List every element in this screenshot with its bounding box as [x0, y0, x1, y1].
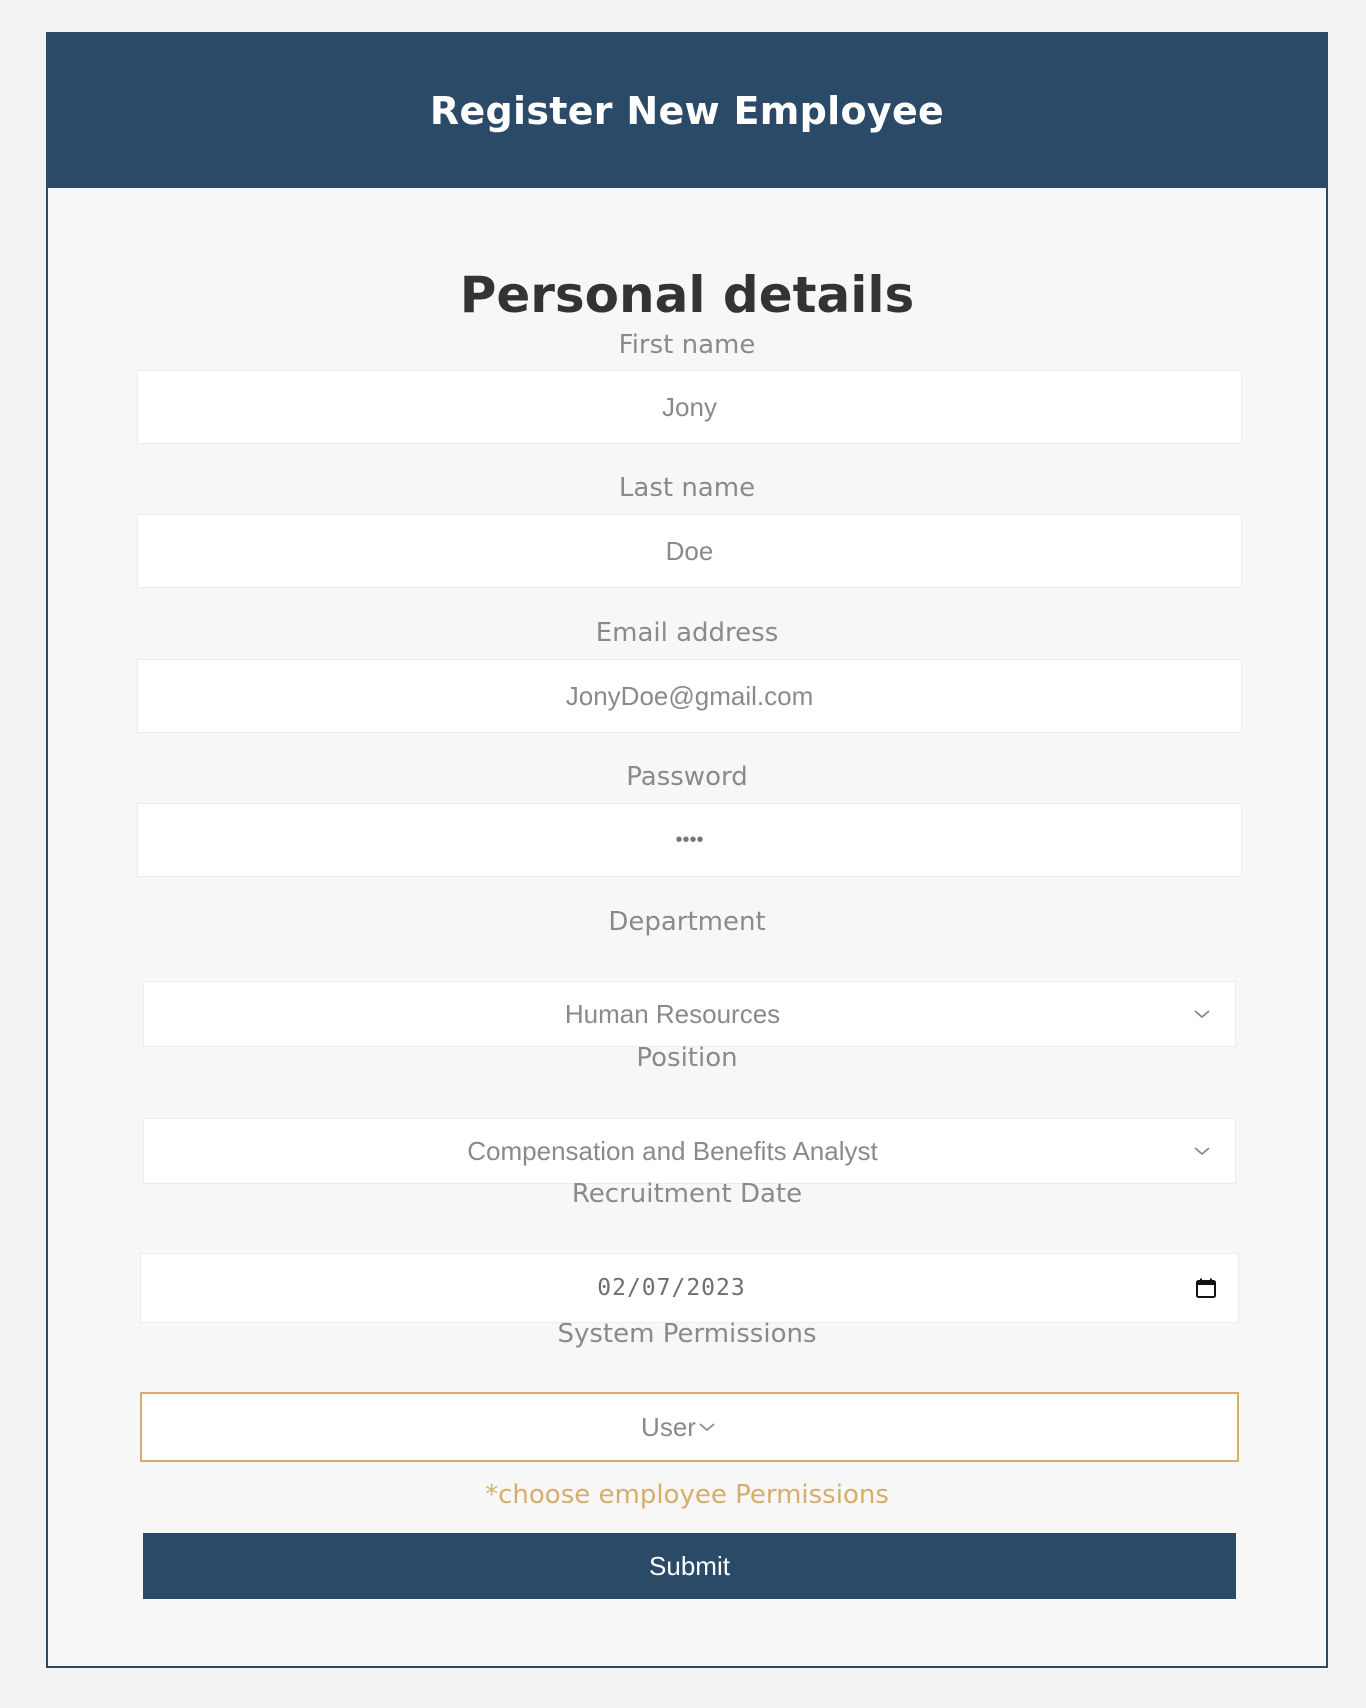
page-header: Register New Employee — [48, 34, 1326, 188]
last-name-input[interactable]: Doe — [137, 514, 1242, 588]
department-selected-value: Human Resources — [564, 998, 781, 1029]
position-select[interactable]: Compensation and Benefits Analyst — [143, 1118, 1236, 1184]
password-value: •••• — [675, 828, 704, 851]
first-name-input[interactable]: Jony — [137, 370, 1242, 444]
submit-button[interactable]: Submit — [143, 1533, 1236, 1599]
password-input[interactable]: •••• — [137, 803, 1242, 877]
chevron-down-icon — [1191, 1140, 1213, 1162]
recruitment-date-input[interactable]: 02/07/2023 — [140, 1253, 1239, 1323]
first-name-label: First name — [618, 330, 756, 360]
department-label: Department — [608, 907, 766, 937]
password-label: Password — [626, 762, 748, 792]
permissions-hint: *choose employee Permissions — [485, 1480, 889, 1510]
chevron-down-icon — [1191, 1003, 1213, 1025]
permissions-selected-value: User — [641, 1411, 696, 1442]
department-select[interactable]: Human Resources — [143, 981, 1236, 1047]
calendar-icon[interactable] — [1194, 1276, 1218, 1300]
position-label: Position — [636, 1043, 738, 1073]
recruitment-date-value: 02/07/2023 — [597, 1275, 746, 1301]
chevron-down-icon — [696, 1416, 718, 1438]
registration-card: Register New Employee Personal details F… — [46, 32, 1328, 1668]
permissions-select[interactable]: User — [140, 1392, 1239, 1462]
last-name-value: Doe — [665, 535, 714, 566]
recruitment-date-label: Recruitment Date — [571, 1179, 803, 1209]
page-title: Register New Employee — [429, 89, 945, 133]
email-label: Email address — [595, 618, 779, 648]
email-input[interactable]: JonyDoe@gmail.com — [137, 659, 1242, 733]
first-name-value: Jony — [662, 391, 717, 422]
position-selected-value: Compensation and Benefits Analyst — [467, 1135, 878, 1166]
section-title: Personal details — [459, 266, 915, 324]
permissions-label: System Permissions — [557, 1319, 817, 1349]
last-name-label: Last name — [618, 473, 756, 503]
email-value: JonyDoe@gmail.com — [565, 680, 814, 711]
